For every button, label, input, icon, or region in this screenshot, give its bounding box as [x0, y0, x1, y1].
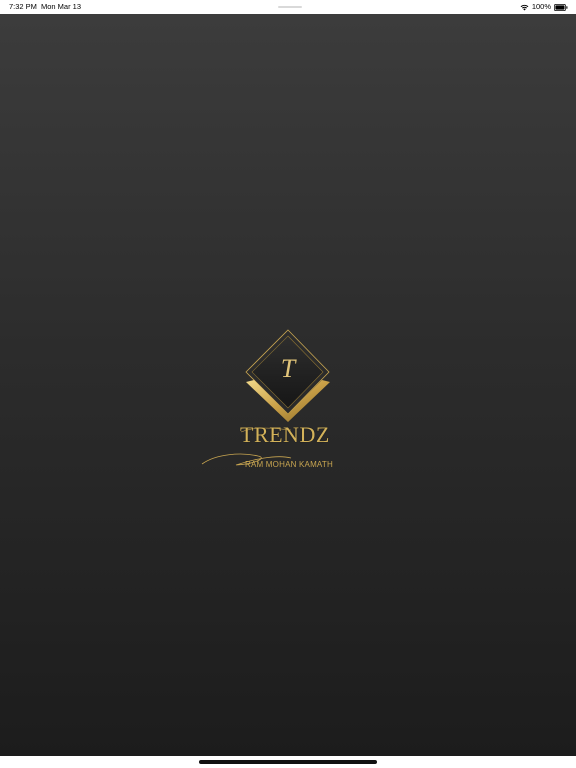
brand-name: TRENDZ: [240, 422, 330, 447]
battery-percentage: 100%: [531, 2, 551, 11]
home-indicator[interactable]: [199, 760, 377, 764]
brand-subtitle: RAM MOHAN KAMATH: [245, 460, 333, 469]
status-time: 7:32 PM: [9, 2, 37, 11]
status-date: Mon Mar 13: [41, 2, 82, 11]
multitasking-indicator[interactable]: [278, 6, 302, 8]
logo-letter: T: [280, 354, 296, 383]
battery-full-icon: [554, 3, 568, 11]
diamond-emblem-icon: [201, 329, 330, 466]
status-indicators: 100%: [520, 0, 568, 14]
wifi-icon: [520, 4, 529, 10]
trendz-logo: T TRENDZ RAM MOHAN KAMATH: [196, 314, 346, 474]
status-bar: 7:32 PM Mon Mar 13 100%: [0, 0, 576, 14]
splash-screen: T TRENDZ RAM MOHAN KAMATH: [0, 14, 576, 762]
